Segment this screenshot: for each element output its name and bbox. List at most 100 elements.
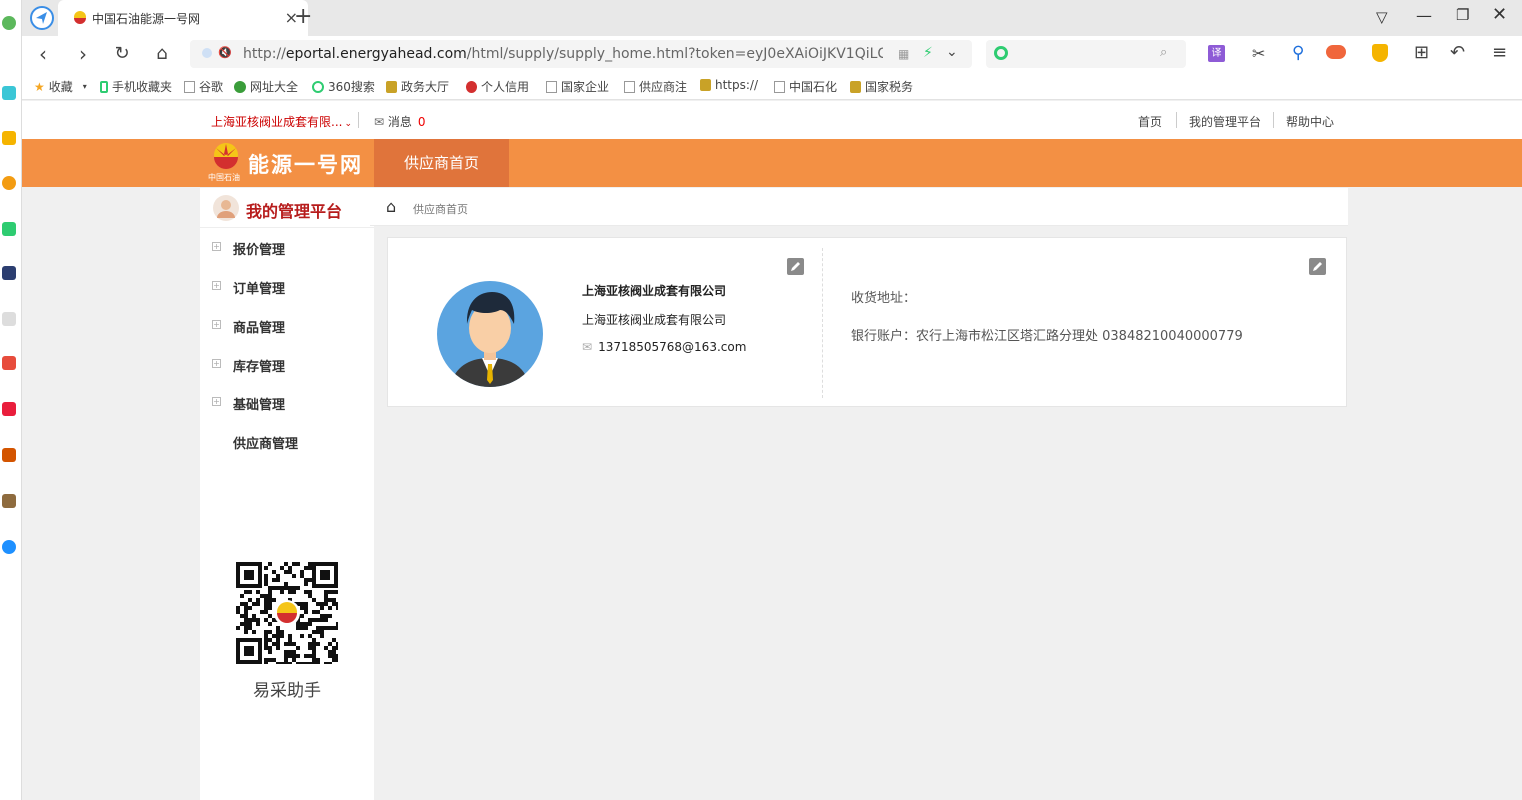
petrochina-logo-icon	[214, 143, 238, 169]
lightning-icon[interactable]: ⚡	[923, 45, 933, 61]
minimize-button[interactable]: —	[1416, 6, 1432, 25]
grid-icon[interactable]: ⊞	[1414, 42, 1429, 63]
weibo-icon[interactable]	[2, 176, 16, 190]
browser-tab[interactable]: 中国石油能源一号网 ×	[58, 0, 308, 36]
page-icon	[184, 80, 195, 93]
help-center-link[interactable]: 帮助中心	[1286, 113, 1334, 130]
bookmark-item[interactable]: ★ 收藏 ▾	[34, 78, 87, 95]
sidebar-item-inventory[interactable]: + 库存管理	[200, 345, 374, 383]
sidebar-app-icon[interactable]	[2, 312, 16, 326]
site-header: 能源一号网 中国石油 供应商首页	[22, 139, 1522, 187]
search-engine-icon[interactable]	[994, 46, 1008, 60]
home-link[interactable]: 首页	[1138, 113, 1162, 130]
bookmark-item[interactable]: https://	[700, 78, 758, 92]
edit-icon[interactable]	[1309, 258, 1326, 275]
company-selector[interactable]: 上海亚核阀业成套有限... ⌄	[211, 113, 352, 130]
bookmark-item[interactable]: 网址大全	[234, 78, 298, 95]
gov-icon	[700, 79, 711, 91]
my-platform-link[interactable]: 我的管理平台	[1189, 113, 1261, 130]
muted-icon[interactable]: 🔇	[218, 46, 232, 59]
breadcrumb-current: 供应商首页	[413, 203, 468, 216]
sidebar-app-icon[interactable]	[2, 448, 16, 462]
qr-label: 易采助手	[253, 681, 321, 701]
home-icon[interactable]: ⌂	[150, 42, 174, 66]
sidebar-item-goods[interactable]: + 商品管理	[200, 306, 374, 344]
search-icon[interactable]: ⌕	[1160, 45, 1167, 60]
sidebar-app-icon[interactable]	[2, 494, 16, 508]
bookmark-item[interactable]: 国家税务	[850, 78, 913, 95]
menu-header: 我的管理平台	[200, 188, 374, 228]
qr-code-icon[interactable]: ▦	[898, 47, 909, 61]
brand-name: 能源一号网	[248, 153, 363, 177]
edit-icon[interactable]	[787, 258, 804, 275]
home-icon[interactable]: ⌂	[386, 197, 396, 216]
tab-bar: 中国石油能源一号网 × + ▽ — ❐ ✕	[22, 0, 1522, 36]
address-bar[interactable]: 🔇 http://eportal.energyahead.com/html/su…	[190, 40, 972, 68]
sidebar-app-icon[interactable]	[2, 222, 16, 236]
search-engine-icon	[312, 80, 324, 93]
magnifier-icon[interactable]: ⚲	[1292, 43, 1304, 63]
browser-logo-icon[interactable]	[30, 6, 54, 30]
email-row: ✉ 13718505768@163.com	[582, 340, 746, 354]
sidebar-app-icon[interactable]	[2, 266, 16, 280]
sidebar-item-supplier[interactable]: 供应商管理	[200, 422, 374, 460]
page-icon	[774, 80, 785, 93]
phone-icon	[100, 80, 108, 93]
restore-button[interactable]: ❐	[1456, 6, 1469, 24]
sidebar-app-icon[interactable]	[2, 356, 16, 370]
sidebar-item-basic[interactable]: + 基础管理	[200, 383, 374, 421]
mail-icon: ✉	[582, 340, 593, 354]
translate-icon[interactable]: 译	[1208, 45, 1225, 62]
shipping-address-label: 收货地址：	[851, 291, 917, 306]
bookmark-item[interactable]: 政务大厅	[386, 78, 449, 95]
tab-supplier-home[interactable]: 供应商首页	[374, 139, 509, 187]
gov-icon	[850, 80, 861, 93]
sidebar-item-quote[interactable]: + 报价管理	[200, 228, 374, 266]
bookmark-item[interactable]: 手机收藏夹	[100, 78, 172, 95]
back-button[interactable]: ‹	[31, 42, 55, 66]
sidebar-app-icon[interactable]	[2, 540, 16, 554]
qr-code	[236, 562, 338, 664]
sidebar-item-order[interactable]: + 订单管理	[200, 267, 374, 305]
menu-title: 我的管理平台	[246, 202, 343, 221]
new-tab-button[interactable]: +	[294, 4, 312, 29]
chevron-down-icon[interactable]: ⌄	[946, 44, 958, 60]
bookmark-item[interactable]: 供应商注	[624, 78, 687, 95]
search-box[interactable]: ⌕	[986, 40, 1186, 68]
bookmark-item[interactable]: 个人信用	[466, 78, 529, 95]
ie-icon[interactable]	[2, 16, 16, 30]
menu-icon[interactable]: ≡	[1492, 42, 1507, 63]
bookmark-item[interactable]: 国家企业	[546, 78, 609, 95]
close-window-button[interactable]: ✕	[1492, 4, 1507, 25]
sidebar-app-icon[interactable]	[2, 402, 16, 416]
undo-icon[interactable]: ↶	[1450, 42, 1465, 63]
avatar	[213, 195, 239, 221]
plus-icon: +	[212, 242, 221, 251]
company-name: 上海亚核阀业成套有限公司	[582, 284, 727, 298]
bookmark-item[interactable]: 中国石化	[774, 78, 837, 95]
bookmark-item[interactable]: 谷歌	[184, 78, 223, 95]
message-count: 0	[417, 115, 426, 129]
reload-icon[interactable]: ↻	[110, 42, 134, 66]
avatar	[437, 281, 543, 387]
tab-title: 中国石油能源一号网	[92, 12, 201, 26]
forward-button[interactable]: ›	[71, 42, 95, 66]
shield-icon[interactable]	[1372, 44, 1388, 62]
scissors-icon[interactable]: ✂	[1252, 44, 1265, 63]
navigation-bar: ‹ › ↻ ⌂ 🔇 http://eportal.energyahead.com…	[22, 36, 1522, 72]
sidebar-app-icon[interactable]	[2, 86, 16, 100]
brand-subtitle: 中国石油	[208, 173, 240, 182]
messages-link[interactable]: ✉ 消息 0	[374, 113, 426, 130]
bookmark-item[interactable]: 360搜索	[312, 78, 375, 95]
globe-icon	[234, 80, 246, 93]
shirt-icon[interactable]: ▽	[1376, 8, 1388, 26]
email-text: 13718505768@163.com	[598, 340, 747, 354]
bookmarks-bar: ★ 收藏 ▾ 手机收藏夹 谷歌 网址大全 360搜索 政务大厅 个人信用 国家企业 …	[22, 72, 1522, 100]
game-icon[interactable]	[1326, 45, 1346, 59]
breadcrumb: ⌂ 供应商首页	[370, 188, 1348, 226]
emblem-icon	[466, 80, 477, 93]
star-icon[interactable]	[2, 131, 16, 145]
star-icon: ★	[34, 79, 45, 94]
mail-icon: ✉	[374, 115, 385, 129]
plus-icon: +	[212, 359, 221, 368]
